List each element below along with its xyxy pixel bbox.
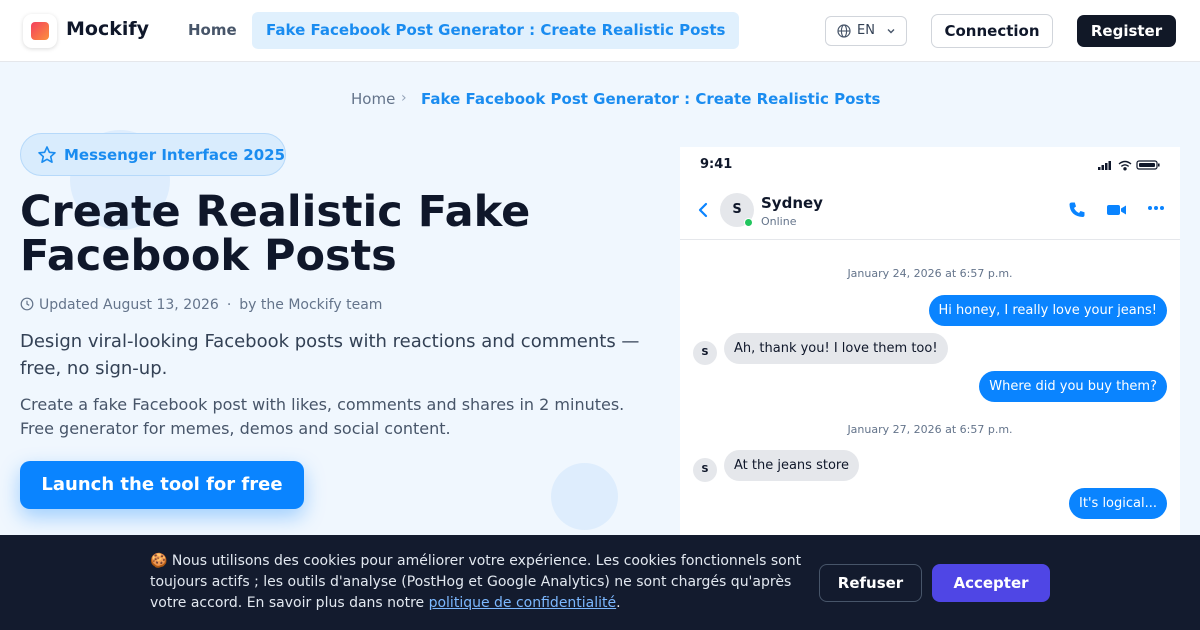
phone-icon[interactable] (1067, 200, 1087, 220)
battery-icon (1136, 160, 1160, 170)
article-meta: Updated August 13, 2026 · by the Mockify t… (20, 297, 382, 313)
chat-timestamp: January 27, 2026 at 6:57 p.m. (847, 423, 1013, 436)
accept-cookies-button[interactable]: Accepter (932, 564, 1050, 602)
star-icon (38, 146, 56, 164)
wifi-icon (1118, 160, 1132, 171)
clock-icon (20, 297, 34, 311)
logo-icon[interactable] (23, 14, 57, 48)
nav-current-tool-link[interactable]: Fake Facebook Post Generator : Create Re… (252, 12, 740, 49)
status-time: 9:41 (700, 157, 733, 172)
logo-text[interactable]: Mockify (66, 18, 149, 40)
cookie-message: 🍪 Nous utilisons des cookies pour amélio… (150, 551, 810, 614)
messenger-preview: 9:41 S Sydney Online January 24, 2026 at… (680, 147, 1180, 547)
register-button[interactable]: Register (1077, 15, 1176, 47)
online-indicator (744, 218, 753, 227)
refuse-cookies-button[interactable]: Refuser (819, 564, 922, 602)
video-icon[interactable] (1106, 200, 1128, 220)
chat-timestamp: January 24, 2026 at 6:57 p.m. (847, 267, 1013, 280)
message-bubble-received[interactable]: At the jeans store (724, 450, 859, 481)
back-arrow-icon[interactable] (696, 202, 710, 218)
nav-home-link[interactable]: Home (188, 21, 237, 39)
message-bubble-sent[interactable]: Where did you buy them? (979, 371, 1167, 402)
badge-label: Messenger Interface 2025 (64, 146, 286, 164)
chat-header: S Sydney Online (680, 183, 1180, 240)
top-navbar: Mockify Home Fake Facebook Post Generato… (0, 0, 1200, 62)
meta-separator: · (226, 297, 232, 313)
launch-tool-button[interactable]: Launch the tool for free (20, 461, 304, 509)
hero-lead: Design viral-looking Facebook posts with… (20, 331, 640, 379)
message-bubble-sent[interactable]: Hi honey, I really love your jeans! (928, 295, 1167, 326)
language-selector[interactable]: EN (825, 16, 907, 46)
hero-description: Create a fake Facebook post with likes, … (20, 395, 625, 438)
message-avatar: S (693, 341, 717, 365)
page-title: Create Realistic Fake Facebook Posts (20, 187, 531, 281)
chevron-down-icon (887, 29, 895, 34)
breadcrumb-home[interactable]: Home (351, 90, 395, 108)
connection-button[interactable]: Connection (931, 14, 1053, 48)
feature-badge: Messenger Interface 2025 (20, 133, 286, 176)
language-code: EN (857, 23, 875, 38)
cookie-message-end: . (616, 595, 621, 611)
signal-icon (1098, 161, 1111, 170)
contact-status: Online (761, 215, 797, 228)
author-line: by the Mockify team (239, 297, 383, 313)
message-bubble-received[interactable]: Ah, thank you! I love them too! (724, 333, 948, 364)
message-avatar: S (693, 458, 717, 482)
updated-date: Updated August 13, 2026 (39, 297, 219, 313)
breadcrumb-current: Fake Facebook Post Generator : Create Re… (421, 90, 881, 108)
globe-icon (837, 24, 851, 38)
more-icon[interactable] (1147, 205, 1165, 211)
status-icons (1098, 160, 1160, 171)
decorative-blob (551, 463, 618, 530)
privacy-policy-link[interactable]: politique de confidentialité (429, 595, 617, 611)
breadcrumb-separator: › (401, 90, 407, 106)
contact-name[interactable]: Sydney (761, 194, 823, 212)
cookie-banner: 🍪 Nous utilisons des cookies pour amélio… (0, 535, 1200, 630)
message-bubble-sent[interactable]: It's logical... (1069, 488, 1167, 519)
